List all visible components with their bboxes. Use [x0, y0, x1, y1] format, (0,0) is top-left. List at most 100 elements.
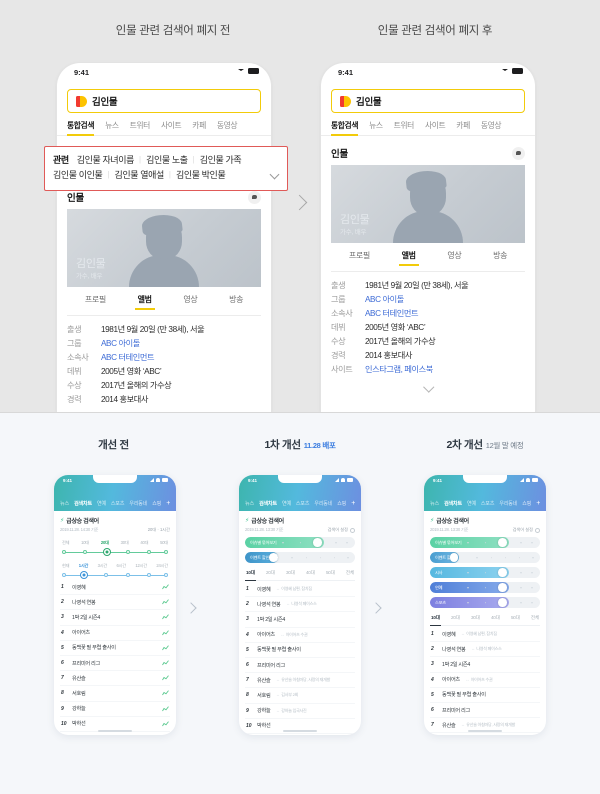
related-item[interactable]: 김인물 노출	[146, 153, 188, 166]
related-item[interactable]: 김인물 자녀이름	[77, 153, 135, 166]
time-slider[interactable]: 현재 1시간 3시간 6시간 12시간 24시간	[60, 563, 170, 579]
chevron-down-icon[interactable]	[270, 170, 279, 179]
rank-keyword[interactable]: 나영석 연봉	[72, 599, 96, 606]
nav-searchchart[interactable]: 검색차트	[74, 500, 92, 507]
rank-keyword[interactable]: 강하늘	[257, 707, 271, 714]
rank-keyword[interactable]: 유산슬	[442, 722, 456, 729]
tab-integrated[interactable]: 통합검색	[67, 120, 94, 136]
rank-related-text[interactable]: 나영석 페이스스	[476, 646, 501, 651]
load-more-button[interactable]: 11위 ~ 20위 더보기	[60, 732, 170, 735]
tab-news[interactable]: 뉴스	[105, 120, 119, 135]
info-value[interactable]: ABC 터테인먼트	[365, 307, 419, 321]
rank-keyword[interactable]: 1박 2일 시즌4	[72, 614, 100, 621]
add-tab-button[interactable]: +	[166, 500, 170, 507]
rank-keyword[interactable]: 이영혜	[257, 586, 271, 593]
rank-keyword[interactable]: 프리미어 리그	[257, 662, 285, 669]
age-tab[interactable]: 30대	[471, 615, 480, 621]
rank-keyword[interactable]: 유산슬	[72, 675, 86, 682]
age-tab[interactable]: 40대	[491, 615, 500, 621]
tab-news[interactable]: 뉴스	[369, 120, 383, 135]
card-filter-summary[interactable]: 20대 · 1시간	[148, 527, 170, 533]
toggle-group-issue[interactable]: 이슈별 묶어보기	[430, 537, 540, 548]
age-label[interactable]: 30대	[121, 540, 129, 546]
age-label[interactable]: 전체	[62, 540, 70, 546]
toggle-group-event[interactable]: 이벤트 할인	[430, 552, 540, 563]
chart-settings-button[interactable]: 검색어 설정	[513, 527, 540, 533]
nav-searchchart[interactable]: 검색차트	[444, 500, 462, 507]
chart-settings-button[interactable]: 검색어 설정	[328, 527, 355, 533]
nav-shopping[interactable]: 쇼핑	[152, 500, 161, 507]
rank-keyword[interactable]: 이영혜	[72, 584, 86, 591]
info-value[interactable]: ABC 아이돌	[101, 337, 140, 351]
nav-news[interactable]: 뉴스	[430, 500, 439, 507]
comment-bubble-icon[interactable]	[248, 190, 261, 204]
rank-related-text[interactable]: 이영혜 남편, 참치집	[281, 586, 312, 591]
tab-video[interactable]: 동영상	[481, 120, 502, 135]
expand-card-button[interactable]	[331, 377, 525, 396]
age-tab[interactable]: 전체	[346, 570, 354, 576]
time-label[interactable]: 3시간	[98, 563, 108, 569]
age-tab[interactable]: 20대	[266, 570, 275, 576]
rank-related-text[interactable]: 김사부 2회	[281, 692, 298, 697]
age-label[interactable]: 20대	[101, 540, 109, 546]
tab-cafe[interactable]: 카페	[192, 120, 206, 135]
rank-keyword[interactable]: 프리미어 리그	[442, 707, 470, 714]
rank-keyword[interactable]: 동백꽃 필 무렵 출사이	[442, 691, 486, 698]
rank-keyword[interactable]: 동백꽃 필 무렵 출사이	[72, 644, 116, 651]
related-item[interactable]: 김인물 이인물	[53, 168, 103, 181]
rank-keyword[interactable]: 아이어츠	[72, 629, 90, 636]
comment-bubble-icon[interactable]	[512, 146, 525, 160]
age-tab[interactable]: 10대	[430, 615, 441, 626]
tab-twitter[interactable]: 트위터	[130, 120, 151, 135]
person-tab-profile[interactable]: 프로필	[85, 294, 106, 309]
rank-keyword[interactable]: 서호림	[257, 692, 271, 699]
person-tab-album[interactable]: 앨범	[134, 294, 155, 310]
age-slider-track[interactable]	[60, 548, 170, 556]
time-label[interactable]: 12시간	[135, 563, 147, 569]
age-tab[interactable]: 전체	[531, 615, 539, 621]
trend-chart-icon[interactable]	[162, 645, 169, 651]
trend-chart-icon[interactable]	[162, 584, 169, 590]
person-tab-broadcast[interactable]: 방송	[493, 250, 507, 265]
nav-shopping[interactable]: 쇼핑	[337, 500, 346, 507]
toggle-group-issue[interactable]: 이슈별 묶어보기	[245, 537, 355, 548]
toggle-group-event[interactable]: 이벤트 할인	[245, 552, 355, 563]
tab-cafe[interactable]: 카페	[456, 120, 470, 135]
rank-related-text[interactable]: 나영석 페이스스	[291, 601, 316, 606]
load-more-button[interactable]: 11위 ~ 20위 더보기	[245, 734, 355, 735]
person-tab-album[interactable]: 앨범	[398, 250, 419, 266]
nav-sports[interactable]: 스포츠	[296, 500, 310, 507]
time-label[interactable]: 현재	[62, 563, 70, 569]
rank-related-text[interactable]: 아이어츠 수권	[471, 677, 493, 682]
trend-chart-icon[interactable]	[162, 675, 169, 681]
trend-chart-icon[interactable]	[162, 629, 169, 636]
tab-twitter[interactable]: 트위터	[394, 120, 415, 135]
tab-integrated[interactable]: 통합검색	[331, 120, 358, 136]
nav-news[interactable]: 뉴스	[245, 500, 254, 507]
rank-keyword[interactable]: 1박 2일 시즌4	[257, 616, 285, 623]
nav-entertainment[interactable]: 연예	[97, 500, 106, 507]
nav-neighborhood[interactable]: 우리동네	[499, 500, 517, 507]
tab-site[interactable]: 사이트	[161, 120, 182, 135]
related-item[interactable]: 김인물 가족	[200, 153, 242, 166]
age-label[interactable]: 10대	[81, 540, 89, 546]
toggle-group-entertainment[interactable]: 연예	[430, 582, 540, 593]
rank-keyword[interactable]: 나영석 연봉	[442, 646, 466, 653]
nav-neighborhood[interactable]: 우리동네	[129, 500, 147, 507]
age-tab[interactable]: 30대	[286, 570, 295, 576]
rank-related-text[interactable]: 유산슬 아침마당, 사랑의 재개발	[466, 722, 515, 727]
person-tab-video[interactable]: 영상	[183, 294, 197, 309]
person-tab-broadcast[interactable]: 방송	[229, 294, 243, 309]
rank-related-text[interactable]: 유산슬 아침마당, 사랑의 재개발	[281, 677, 330, 682]
nav-searchchart[interactable]: 검색차트	[259, 500, 277, 507]
info-value[interactable]: ABC 터테인먼트	[101, 351, 155, 365]
rank-related-text[interactable]: 강하늘 입국사진	[281, 708, 306, 713]
age-tab[interactable]: 20대	[451, 615, 460, 621]
toggle-group-current-affairs[interactable]: 시사	[430, 567, 540, 578]
search-input[interactable]: 김인물	[67, 89, 261, 113]
nav-news[interactable]: 뉴스	[60, 500, 69, 507]
related-item[interactable]: 김인물 열애설	[114, 168, 164, 181]
rank-keyword[interactable]: 유산슬	[257, 677, 271, 684]
age-label[interactable]: 40대	[140, 540, 148, 546]
tab-site[interactable]: 사이트	[425, 120, 446, 135]
